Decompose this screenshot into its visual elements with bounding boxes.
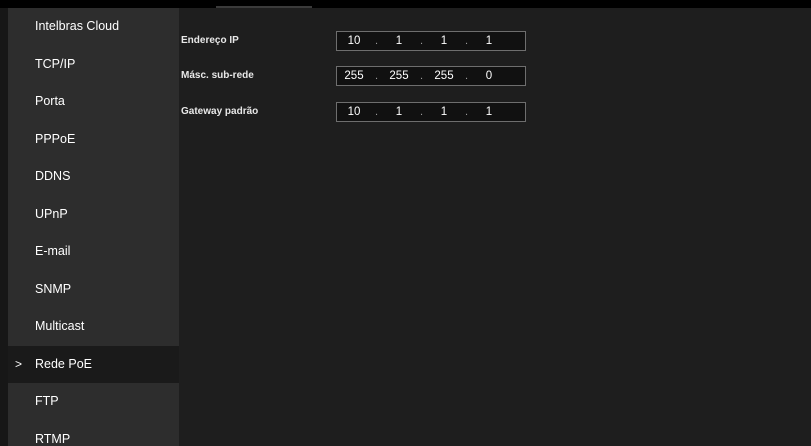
sidebar-item-label: TCP/IP (35, 56, 76, 71)
ip-octet-2[interactable]: 1 (382, 32, 416, 50)
sidebar-item-pppoe[interactable]: ›PPPoE (8, 121, 179, 159)
octet-separator: . (374, 106, 379, 118)
left-edge (0, 8, 8, 446)
sidebar-item-label: Intelbras Cloud (35, 19, 120, 33)
ip-octet-3[interactable]: 1 (427, 32, 461, 50)
ip-address-input[interactable]: 10 . 1 . 1 . 1 (336, 31, 526, 51)
sidebar-item-intelbras-cloud[interactable]: ›Intelbras Cloud (8, 8, 179, 46)
gateway-octet-1[interactable]: 10 (337, 103, 371, 121)
sidebar-item-label: Porta (35, 94, 65, 108)
sidebar-menu: ›Intelbras Cloud ›TCP/IP ›Porta ›PPPoE ›… (8, 8, 179, 446)
sidebar-item-label: FTP (35, 394, 59, 408)
octet-separator: . (419, 35, 424, 47)
gateway-label: Gateway padrão (181, 106, 259, 117)
sidebar-item-ftp[interactable]: ›FTP (8, 383, 179, 421)
sidebar-item-ddns[interactable]: ›DDNS (8, 158, 179, 196)
sidebar-item-multicast[interactable]: ›Multicast (8, 308, 179, 346)
mask-octet-2[interactable]: 255 (382, 67, 416, 85)
sidebar-item-label: RTMP (35, 431, 71, 446)
sidebar-item-label: UPnP (35, 206, 68, 221)
gateway-input[interactable]: 10 . 1 . 1 . 1 (336, 102, 526, 122)
gateway-row: Gateway padrão 10 . 1 . 1 . 1 (181, 102, 581, 122)
mask-octet-1[interactable]: 255 (337, 67, 371, 85)
ip-octet-1[interactable]: 10 (337, 32, 371, 50)
gateway-octet-3[interactable]: 1 (427, 103, 461, 121)
sidebar-item-upnp[interactable]: ›UPnP (8, 196, 179, 234)
gateway-octet-2[interactable]: 1 (382, 103, 416, 121)
sidebar-item-email[interactable]: ›E-mail (8, 233, 179, 271)
octet-separator: . (464, 70, 469, 82)
sidebar-item-label: DDNS (35, 169, 71, 183)
ip-address-label: Endereço IP (181, 35, 239, 46)
chevron-right-icon: > (15, 356, 23, 371)
sidebar-item-label: Multicast (35, 319, 85, 333)
octet-separator: . (464, 106, 469, 118)
octet-separator: . (374, 70, 379, 82)
sidebar-item-rede-poe[interactable]: > Rede PoE (8, 345, 179, 383)
ip-address-row: Endereço IP 10 . 1 . 1 . 1 (181, 31, 581, 51)
sidebar-item-label: PPPoE (35, 131, 76, 146)
octet-separator: . (419, 70, 424, 82)
gateway-octet-4[interactable]: 1 (472, 103, 506, 121)
sidebar-item-label: E-mail (35, 244, 71, 258)
ip-octet-4[interactable]: 1 (472, 32, 506, 50)
top-bar (0, 0, 811, 8)
octet-separator: . (374, 35, 379, 47)
octet-separator: . (464, 35, 469, 47)
subnet-mask-label: Másc. sub-rede (181, 70, 254, 81)
octet-separator: . (419, 106, 424, 118)
sidebar-item-porta[interactable]: ›Porta (8, 83, 179, 121)
subnet-mask-input[interactable]: 255 . 255 . 255 . 0 (336, 66, 526, 86)
mask-octet-3[interactable]: 255 (427, 67, 461, 85)
mask-octet-4[interactable]: 0 (472, 67, 506, 85)
main-content: Endereço IP 10 . 1 . 1 . 1 Másc. sub-red… (179, 8, 811, 446)
subnet-mask-row: Másc. sub-rede 255 . 255 . 255 . 0 (181, 66, 581, 86)
sidebar-item-label: SNMP (35, 281, 72, 296)
sidebar-item-rtmp[interactable]: ›RTMP (8, 421, 179, 446)
sidebar-item-snmp[interactable]: ›SNMP (8, 271, 179, 309)
sidebar-item-label: Rede PoE (35, 356, 92, 371)
sidebar-item-tcp-ip[interactable]: ›TCP/IP (8, 46, 179, 84)
